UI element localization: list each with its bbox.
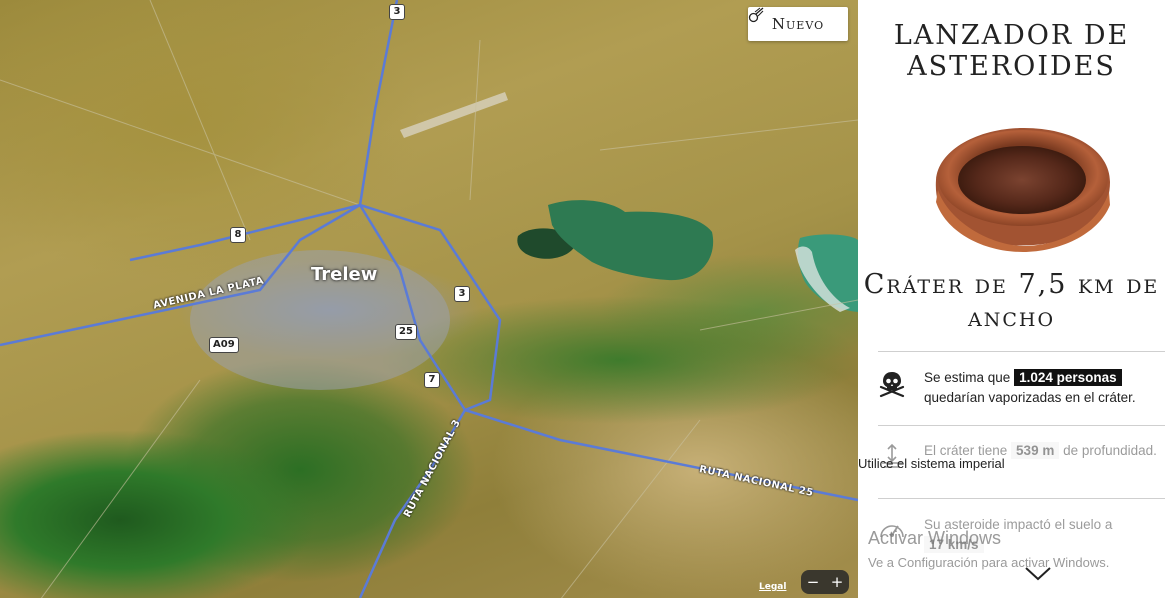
crater-image <box>935 128 1110 252</box>
skull-crossbones-icon <box>879 372 905 398</box>
results-panel: LANZADOR DE ASTEROIDES Cráter de 7,5 km … <box>858 0 1165 598</box>
divider <box>878 351 1165 352</box>
stat-text: quedarían vaporizadas en el cráter. <box>924 390 1136 405</box>
divider <box>878 425 1165 426</box>
crater-size-heading: Cráter de 7,5 km de ancho <box>863 269 1160 333</box>
zoom-control: − + <box>801 570 849 594</box>
route-shield-a09: A09 <box>209 337 239 353</box>
route-shield-25: 25 <box>395 324 417 340</box>
zoom-out-button[interactable]: − <box>807 574 820 590</box>
windows-activation-watermark: Activar Windows Ve a Configuración para … <box>868 528 1109 570</box>
stat-vaporized-text: Se estima que 1.024 personas quedarían v… <box>924 368 1136 408</box>
asteroid-icon <box>748 7 764 23</box>
new-launch-button[interactable]: Nuevo <box>748 7 848 41</box>
airfield <box>400 92 508 138</box>
new-launch-label: Nuevo <box>771 15 825 33</box>
stat-value-depth: 539 m <box>1011 442 1060 459</box>
stat-text: Se estima que <box>924 370 1015 385</box>
watermark-title: Activar Windows <box>868 528 1002 548</box>
legal-link[interactable]: Legal <box>759 582 786 592</box>
stat-text: de profundidad. <box>1059 443 1157 458</box>
stat-value-people: 1.024 personas <box>1014 369 1122 386</box>
stat-vaporized: Se estima que 1.024 personas quedarían v… <box>878 368 1165 408</box>
route-shield-3: 3 <box>454 286 470 302</box>
divider <box>878 498 1165 499</box>
satellite-map[interactable]: Trelew AVENIDA LA PLATA RUTA NACIONAL 3 … <box>0 0 858 598</box>
watermark-subtitle: Ve a Configuración para activar Windows. <box>868 555 1110 570</box>
city-label-trelew: Trelew <box>311 264 378 285</box>
route-shield-8: 8 <box>230 227 246 243</box>
route-shield-3: 3 <box>389 4 405 20</box>
map-features <box>0 0 858 598</box>
zoom-in-button[interactable]: + <box>831 574 844 590</box>
lagoon-2 <box>548 200 714 281</box>
imperial-units-toggle[interactable]: Utilice el sistema imperial <box>858 456 1005 471</box>
route-shield-7: 7 <box>424 372 440 388</box>
page-title: LANZADOR DE ASTEROIDES <box>893 20 1130 82</box>
